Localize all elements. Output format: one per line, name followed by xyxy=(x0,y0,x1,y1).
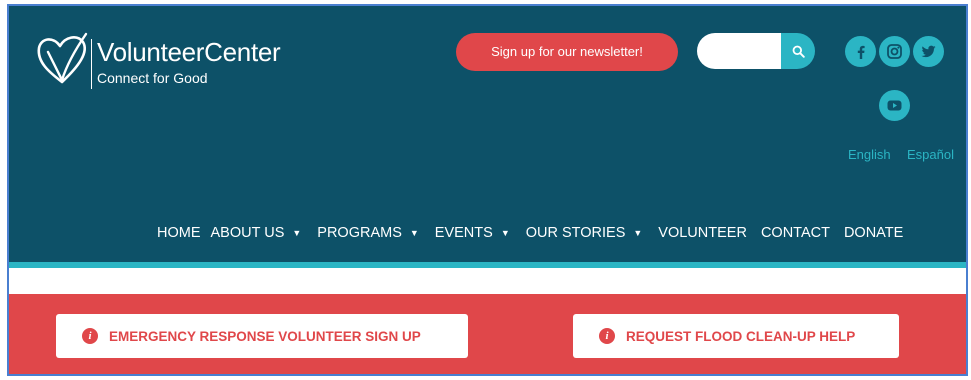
brand-name[interactable]: VolunteerCenter xyxy=(97,38,281,66)
nav-item-label: VOLUNTEER xyxy=(658,225,747,241)
action-label: REQUEST FLOOD CLEAN-UP HELP xyxy=(626,328,856,344)
newsletter-signup-button[interactable]: Sign up for our newsletter! xyxy=(456,33,678,71)
caret-down-icon: ▼ xyxy=(292,228,302,238)
caret-down-icon: ▼ xyxy=(409,228,419,238)
spacer xyxy=(9,268,966,294)
nav-item-label: CONTACT xyxy=(760,225,830,241)
nav-item-contact[interactable]: CONTACT xyxy=(761,223,830,243)
twitter-icon xyxy=(921,45,936,58)
info-icon: i xyxy=(82,328,98,344)
brand-tagline: Connect for Good xyxy=(97,70,208,86)
site-header: VolunteerCenter Connect for Good Sign up… xyxy=(9,6,966,262)
logo-divider xyxy=(91,39,92,89)
action-label: EMERGENCY RESPONSE VOLUNTEER SIGN UP xyxy=(109,328,421,344)
nav-item-home[interactable]: HOME xyxy=(157,223,201,243)
nav-item-volunteer[interactable]: VOLUNTEER xyxy=(658,223,747,243)
language-spanish-link[interactable]: Español xyxy=(907,147,954,163)
nav-item-label: ABOUT US xyxy=(210,225,285,241)
info-icon: i xyxy=(599,328,615,344)
flood-cleanup-help-button[interactable]: i REQUEST FLOOD CLEAN-UP HELP xyxy=(573,314,899,358)
nav-item-our-stories[interactable]: OUR STORIES ▼ xyxy=(526,223,643,243)
nav-item-events[interactable]: EVENTS ▼ xyxy=(435,223,510,243)
browser-viewport: VolunteerCenter Connect for Good Sign up… xyxy=(7,4,968,376)
facebook-icon xyxy=(857,45,865,59)
nav-item-label: DONATE xyxy=(843,225,904,241)
twitter-link[interactable] xyxy=(913,36,944,67)
nav-item-label: PROGRAMS xyxy=(317,225,402,241)
search-button[interactable] xyxy=(781,33,815,69)
nav-item-donate[interactable]: DONATE xyxy=(844,223,903,243)
language-english-link[interactable]: English xyxy=(848,147,891,163)
search-box xyxy=(697,33,815,69)
search-icon xyxy=(792,45,805,58)
instagram-icon xyxy=(887,44,902,59)
caret-down-icon: ▼ xyxy=(500,228,510,238)
nav-item-programs[interactable]: PROGRAMS ▼ xyxy=(317,223,419,243)
nav-item-label: HOME xyxy=(157,225,201,241)
nav-item-label: OUR STORIES xyxy=(525,225,626,241)
emergency-volunteer-signup-button[interactable]: i EMERGENCY RESPONSE VOLUNTEER SIGN UP xyxy=(56,314,468,358)
main-nav: HOME ABOUT US ▼ PROGRAMS ▼ EVENTS ▼ OUR … xyxy=(157,223,903,243)
youtube-link[interactable] xyxy=(879,90,910,121)
search-input[interactable] xyxy=(697,33,781,69)
facebook-link[interactable] xyxy=(845,36,876,67)
caret-down-icon: ▼ xyxy=(633,228,643,238)
youtube-icon xyxy=(887,100,902,111)
heart-logo-icon[interactable] xyxy=(31,28,93,90)
nav-item-about-us[interactable]: ABOUT US ▼ xyxy=(211,223,302,243)
instagram-link[interactable] xyxy=(879,36,910,67)
nav-item-label: EVENTS xyxy=(434,225,493,241)
